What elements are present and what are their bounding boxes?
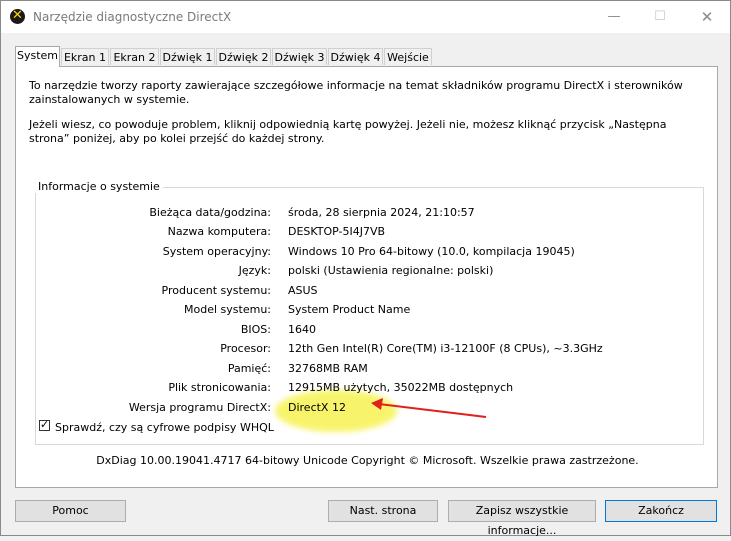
info-row-processor: Procesor: 12th Gen Intel(R) Core(TM) i3-… (16, 342, 706, 356)
copyright-footer: DxDiag 10.00.19041.4717 64-bitowy Unicod… (96, 454, 639, 467)
info-label: BIOS: (240, 323, 271, 336)
info-row-language: Język: polski (Ustawienia regionalne: po… (16, 264, 706, 278)
dxdiag-window: ✕ Narzędzie diagnostyczne DirectX — ☐ ✕ … (0, 0, 731, 537)
info-label: System operacyjny: (162, 245, 271, 258)
title-bar[interactable]: ✕ Narzędzie diagnostyczne DirectX — ☐ ✕ (1, 1, 730, 33)
whql-checkbox-label[interactable]: Sprawdź, czy są cyfrowe podpisy WHQL (55, 421, 274, 434)
minimize-button[interactable]: — (591, 1, 637, 33)
tab-dzwiek-1[interactable]: Dźwięk 1 (160, 48, 215, 65)
info-label: Producent systemu: (161, 284, 271, 297)
tab-dzwiek-4[interactable]: Dźwięk 4 (328, 48, 383, 65)
info-value: 12th Gen Intel(R) Core(TM) i3-12100F (8 … (288, 342, 603, 355)
info-label: Nazwa komputera: (167, 225, 271, 238)
info-row-computer-name: Nazwa komputera: DESKTOP-5I4J7VB (16, 225, 706, 239)
info-value: System Product Name (288, 303, 411, 316)
tab-dzwiek-2[interactable]: Dźwięk 2 (216, 48, 271, 65)
info-row-bios: BIOS: 1640 (16, 323, 706, 337)
intro-paragraph-1: To narzędzie tworzy raporty zawierające … (29, 79, 683, 106)
info-value: DirectX 12 (288, 401, 346, 414)
info-value: 12915MB użytych, 35022MB dostępnych (288, 381, 514, 394)
window-title: Narzędzie diagnostyczne DirectX (33, 10, 232, 24)
save-all-info-button[interactable]: Zapisz wszystkie informacje... (448, 500, 596, 537)
directx-app-icon: ✕ (10, 8, 25, 24)
info-label: Procesor: (220, 342, 271, 355)
info-row-os: System operacyjny: Windows 10 Pro 64-bit… (16, 245, 706, 259)
intro-paragraph-2: Jeżeli wiesz, co powoduje problem, klikn… (29, 118, 667, 145)
tab-dzwiek-3[interactable]: Dźwięk 3 (272, 48, 327, 65)
info-value: 32768MB RAM (288, 362, 368, 375)
info-label: Wersja programu DirectX: (128, 401, 271, 414)
system-info-title: Informacje o systemie (35, 180, 163, 193)
info-label: Język: (238, 264, 271, 277)
close-button[interactable]: ✕ (684, 1, 730, 33)
info-value: środa, 28 sierpnia 2024, 21:10:57 (288, 206, 475, 219)
info-label: Bieżąca data/godzina: (149, 206, 271, 219)
info-value: ASUS (288, 284, 318, 297)
info-label: Plik stronicowania: (168, 381, 271, 394)
info-value: polski (Ustawienia regionalne: polski) (288, 264, 494, 277)
info-value: 1640 (288, 323, 316, 336)
info-row-memory: Pamięć: 32768MB RAM (16, 362, 706, 376)
checkmark-icon: ✓ (40, 418, 50, 431)
info-label: Pamięć: (227, 362, 271, 375)
tab-system[interactable]: System (15, 46, 60, 67)
info-row-model: Model systemu: System Product Name (16, 303, 706, 317)
info-value: DESKTOP-5I4J7VB (288, 225, 386, 238)
info-row-directx-version: Wersja programu DirectX: DirectX 12 (16, 401, 706, 415)
maximize-button[interactable]: ☐ (637, 1, 683, 33)
whql-checkbox[interactable]: ✓ (39, 418, 50, 431)
tab-ekran-2[interactable]: Ekran 2 (110, 48, 159, 65)
system-tab-panel: To narzędzie tworzy raporty zawierające … (15, 66, 718, 488)
info-row-pagefile: Plik stronicowania: 12915MB użytych, 350… (16, 381, 706, 395)
next-page-button[interactable]: Nast. strona (328, 500, 438, 522)
tab-wejscie[interactable]: Wejście (384, 48, 432, 65)
info-value: Windows 10 Pro 64-bitowy (10.0, kompilac… (288, 245, 575, 258)
info-row-manufacturer: Producent systemu: ASUS (16, 284, 706, 298)
info-row-date: Bieżąca data/godzina: środa, 28 sierpnia… (16, 206, 706, 220)
tab-ekran-1[interactable]: Ekran 1 (61, 48, 109, 65)
exit-button[interactable]: Zakończ (605, 500, 717, 522)
help-button[interactable]: Pomoc (15, 500, 126, 522)
info-label: Model systemu: (184, 303, 271, 316)
